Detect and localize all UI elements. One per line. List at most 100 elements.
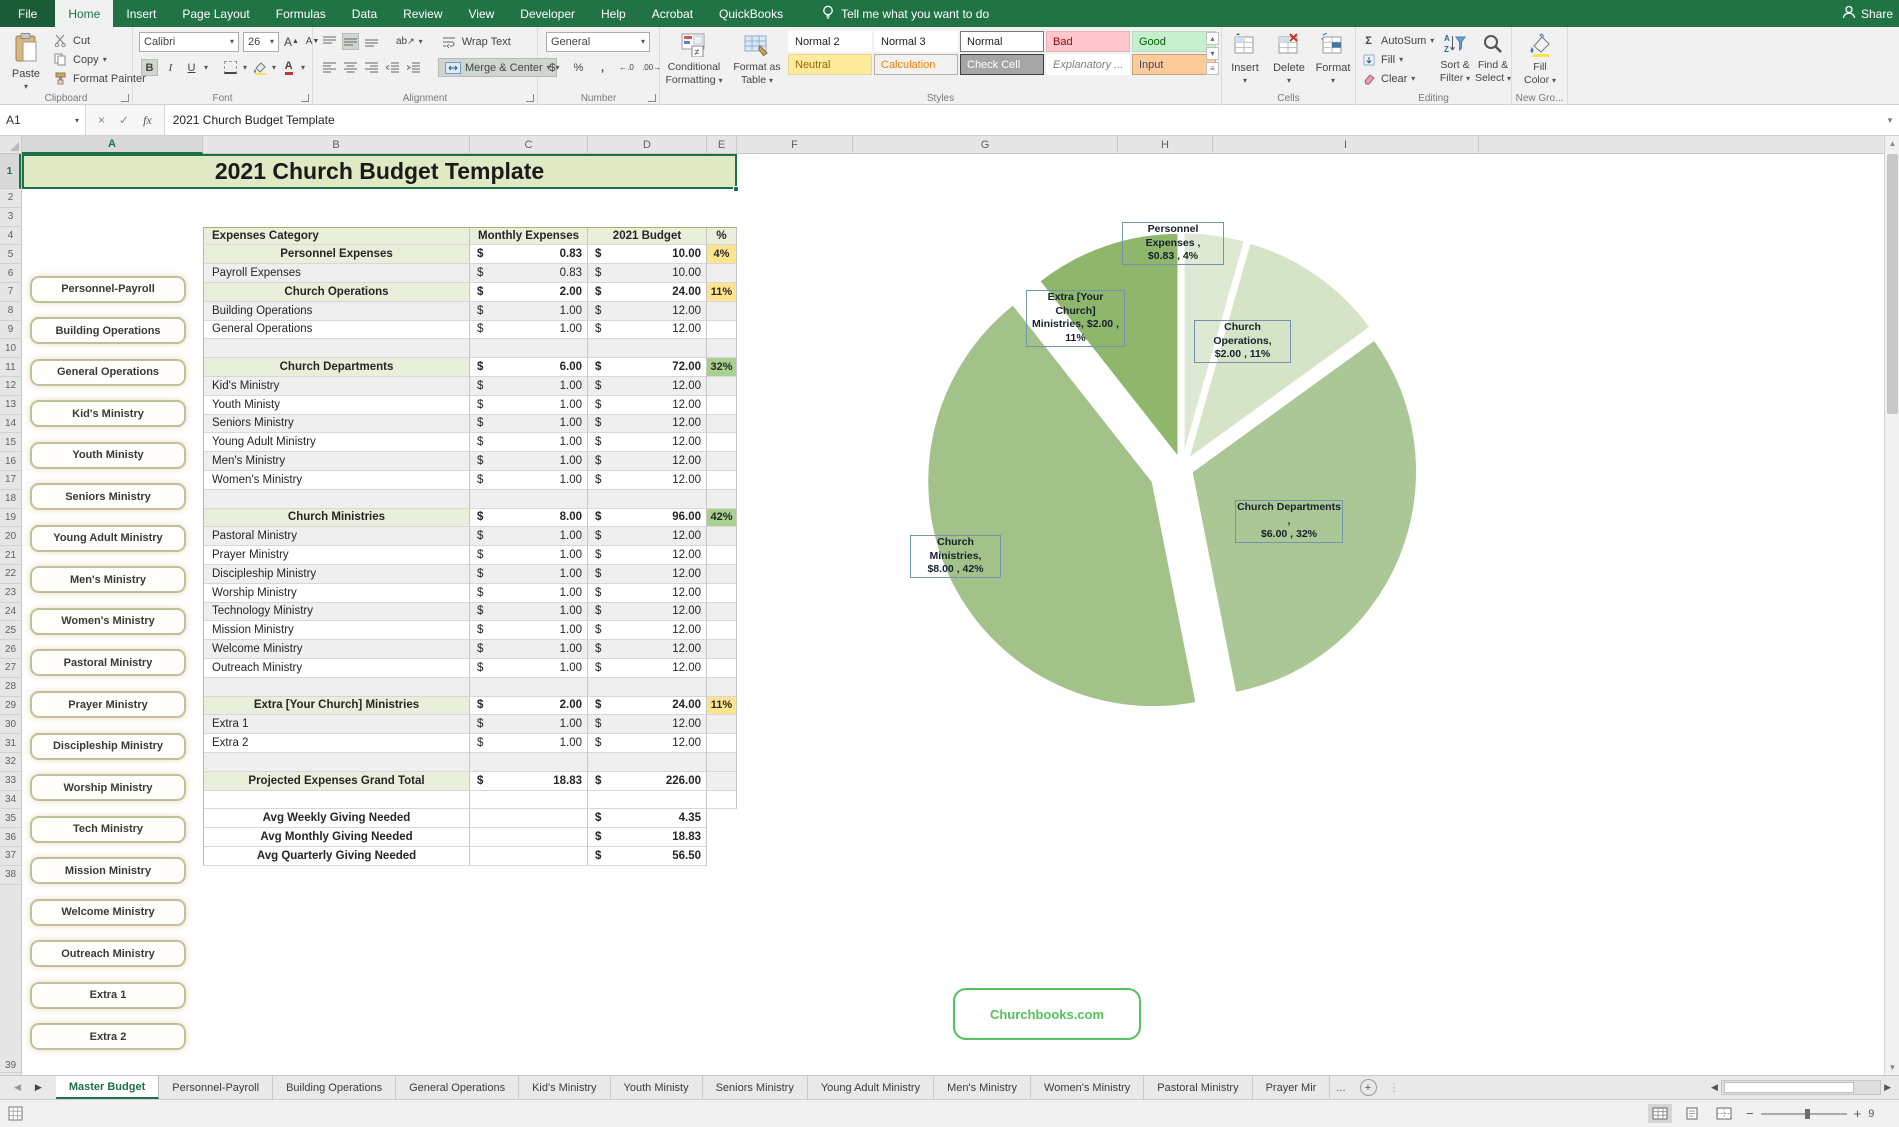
cancel-icon[interactable]: ×: [98, 113, 105, 127]
row-header-10[interactable]: 10: [0, 339, 21, 358]
number-format-select[interactable]: General▾: [546, 32, 650, 52]
sidebar-button-discipleship-ministry[interactable]: Discipleship Ministry: [30, 733, 186, 760]
row-header-3[interactable]: 3: [0, 208, 21, 227]
table-row-10[interactable]: [203, 339, 737, 358]
column-header-E[interactable]: E: [707, 136, 737, 154]
align-left-icon[interactable]: [321, 59, 338, 76]
table-row-19[interactable]: Church Ministries$8.00$96.0042%: [203, 509, 737, 528]
table-row-26[interactable]: Welcome Ministry$1.00$12.00: [203, 640, 737, 659]
column-header-H[interactable]: H: [1118, 136, 1213, 154]
align-middle-icon[interactable]: [342, 33, 359, 50]
hscroll-left-icon[interactable]: ◀: [1711, 1082, 1718, 1093]
cell-style-explanatory-[interactable]: Explanatory ...: [1046, 54, 1130, 75]
row-header-15[interactable]: 15: [0, 433, 21, 452]
sidebar-button-men-s-ministry[interactable]: Men's Ministry: [30, 566, 186, 593]
autosum-button[interactable]: Σ AutoSum ▾: [1360, 31, 1434, 50]
sidebar-button-extra-2[interactable]: Extra 2: [30, 1023, 186, 1050]
table-row-25[interactable]: Mission Ministry$1.00$12.00: [203, 621, 737, 640]
row-header-22[interactable]: 22: [0, 565, 21, 584]
row-header-36[interactable]: 36: [0, 828, 21, 847]
underline-button[interactable]: U: [183, 59, 200, 76]
horizontal-scrollbar[interactable]: ◀ ▶: [1711, 1078, 1891, 1096]
sheet-tab-pastoral-ministry[interactable]: Pastoral Ministry: [1144, 1076, 1252, 1099]
table-row-14[interactable]: Seniors Ministry$1.00$12.00: [203, 415, 737, 434]
font-dialog-launcher[interactable]: [301, 94, 309, 102]
table-row-23[interactable]: Worship Ministry$1.00$12.00: [203, 584, 737, 603]
accounting-format-button[interactable]: $▾: [546, 59, 563, 76]
copy-button[interactable]: Copy ▾: [52, 50, 107, 69]
number-dialog-launcher[interactable]: [648, 94, 656, 102]
delete-cells-button[interactable]: Delete ▾: [1268, 29, 1310, 91]
cell-style-bad[interactable]: Bad: [1046, 31, 1130, 52]
cell-style-good[interactable]: Good: [1132, 31, 1216, 52]
sheet-tab-general-operations[interactable]: General Operations: [396, 1076, 519, 1099]
table-row-31[interactable]: Extra 2$1.00$12.00: [203, 734, 737, 753]
normal-view-icon[interactable]: [1648, 1104, 1672, 1123]
table-row-30[interactable]: Extra 1$1.00$12.00: [203, 715, 737, 734]
row-header-30[interactable]: 30: [0, 715, 21, 734]
table-row-8[interactable]: Building Operations$1.00$12.00: [203, 302, 737, 321]
tab-review[interactable]: Review: [390, 0, 455, 27]
sidebar-button-seniors-ministry[interactable]: Seniors Ministry: [30, 483, 186, 510]
table-row-32[interactable]: [203, 753, 737, 772]
row-header-19[interactable]: 19: [0, 509, 21, 528]
sidebar-button-outreach-ministry[interactable]: Outreach Ministry: [30, 940, 186, 967]
prev-sheet-icon[interactable]: ◀: [14, 1082, 21, 1093]
table-row-20[interactable]: Pastoral Ministry$1.00$12.00: [203, 527, 737, 546]
font-size-select[interactable]: 26▾: [243, 32, 279, 52]
table-row-37[interactable]: Avg Quarterly Giving Needed$56.50: [203, 847, 737, 866]
tab-overflow-ellipsis[interactable]: ...: [1330, 1076, 1351, 1099]
pie-label-personnel-expenses[interactable]: Personnel Expenses , $0.83 , 4%: [1122, 222, 1224, 265]
font-name-select[interactable]: Calibri▾: [139, 32, 239, 52]
row-header-21[interactable]: 21: [0, 546, 21, 565]
sidebar-button-tech-ministry[interactable]: Tech Ministry: [30, 816, 186, 843]
align-top-icon[interactable]: [321, 33, 338, 50]
table-row-13[interactable]: Youth Ministy$1.00$12.00: [203, 396, 737, 415]
tab-data[interactable]: Data: [339, 0, 390, 27]
sidebar-button-extra-1[interactable]: Extra 1: [30, 982, 186, 1009]
table-row-9[interactable]: General Operations$1.00$12.00: [203, 321, 737, 340]
find-select-button[interactable]: Find & Select ▾: [1474, 29, 1512, 91]
sheet-tab-youth-ministy[interactable]: Youth Ministy: [611, 1076, 703, 1099]
table-row-33[interactable]: Projected Expenses Grand Total$18.83$226…: [203, 772, 737, 791]
table-row-29[interactable]: Extra [Your Church] Ministries$2.00$24.0…: [203, 697, 737, 716]
tab-home[interactable]: Home: [55, 0, 113, 27]
column-header-D[interactable]: D: [588, 136, 707, 154]
borders-icon[interactable]: [222, 59, 239, 76]
row-header-16[interactable]: 16: [0, 452, 21, 471]
row-header-27[interactable]: 27: [0, 659, 21, 678]
comma-style-button[interactable]: ,: [594, 59, 611, 76]
sheet-tab-kid-s-ministry[interactable]: Kid's Ministry: [519, 1076, 610, 1099]
zoom-out-icon[interactable]: −: [1746, 1106, 1754, 1121]
font-color-icon[interactable]: A: [280, 59, 297, 76]
row-header-7[interactable]: 7: [0, 283, 21, 302]
tell-me-box[interactable]: Tell me what you want to do: [822, 0, 989, 27]
table-row-35[interactable]: Avg Weekly Giving Needed$4.35: [203, 809, 737, 828]
sheet-tab-master-budget[interactable]: Master Budget: [56, 1076, 159, 1099]
sheet-tab-young-adult-ministry[interactable]: Young Adult Ministry: [808, 1076, 934, 1099]
zoom-in-icon[interactable]: +: [1854, 1106, 1862, 1121]
row-header-20[interactable]: 20: [0, 527, 21, 546]
pie-label-church-departments[interactable]: Church Departments , $6.00 , 32%: [1235, 500, 1343, 543]
table-row-21[interactable]: Prayer Ministry$1.00$12.00: [203, 546, 737, 565]
bold-button[interactable]: B: [141, 59, 158, 76]
cell-style-normal-3[interactable]: Normal 3: [874, 31, 958, 52]
table-row-15[interactable]: Young Adult Ministry$1.00$12.00: [203, 433, 737, 452]
title-cell[interactable]: 2021 Church Budget Template: [22, 154, 737, 189]
cell-style-normal[interactable]: Normal: [960, 31, 1044, 52]
decrease-indent-icon[interactable]: [384, 59, 401, 76]
underline-caret[interactable]: ▾: [204, 63, 208, 72]
selection-fill-handle[interactable]: [733, 186, 739, 192]
row-header-14[interactable]: 14: [0, 415, 21, 434]
sidebar-button-general-operations[interactable]: General Operations: [30, 359, 186, 386]
format-cells-button[interactable]: Format ▾: [1312, 29, 1354, 91]
new-sheet-button[interactable]: +: [1360, 1079, 1377, 1096]
tab-help[interactable]: Help: [588, 0, 639, 27]
paste-button[interactable]: Paste ▾: [4, 29, 48, 89]
name-box[interactable]: A1 ▾: [0, 105, 86, 135]
tab-file[interactable]: File: [0, 0, 55, 27]
pie-label-extra-your-church-ministries[interactable]: Extra [Your Church] Ministries, $2.00 , …: [1026, 290, 1125, 347]
clipboard-dialog-launcher[interactable]: [121, 94, 129, 102]
table-row-22[interactable]: Discipleship Ministry$1.00$12.00: [203, 565, 737, 584]
sidebar-button-young-adult-ministry[interactable]: Young Adult Ministry: [30, 525, 186, 552]
